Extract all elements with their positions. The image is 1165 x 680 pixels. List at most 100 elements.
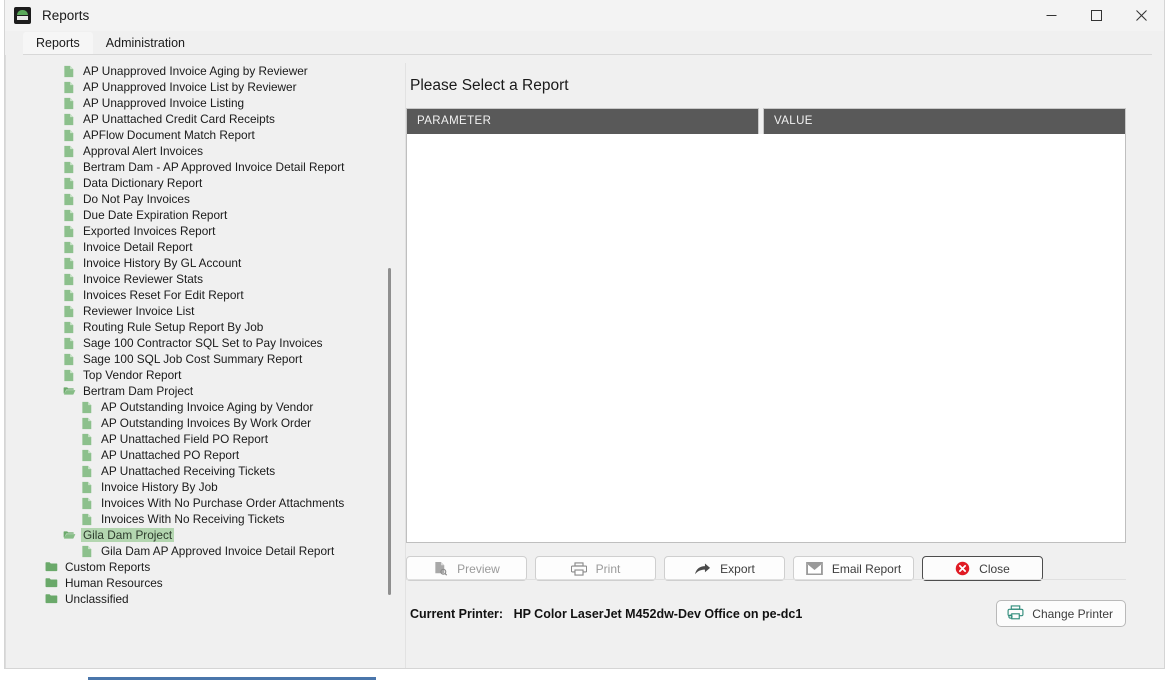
tree-node[interactable]: Invoices Reset For Edit Report	[5, 287, 393, 303]
tree-node-label: Approval Alert Invoices	[83, 144, 203, 158]
report-icon	[63, 81, 76, 94]
tree-node[interactable]: Gila Dam Project	[5, 527, 393, 543]
report-icon	[81, 497, 94, 510]
window-body: AP Unapproved Invoice Aging by Reviewer A…	[5, 55, 1164, 668]
tree-node[interactable]: Approval Alert Invoices	[5, 143, 393, 159]
tree-node[interactable]: Data Dictionary Report	[5, 175, 393, 191]
tree-node[interactable]: Do Not Pay Invoices	[5, 191, 393, 207]
maximize-icon[interactable]	[1074, 0, 1119, 31]
report-icon	[63, 321, 76, 334]
report-icon	[81, 465, 94, 478]
report-icon	[63, 113, 76, 126]
title-bar: Reports	[5, 0, 1164, 31]
tree-node[interactable]: Human Resources	[5, 575, 393, 591]
tree-node-label: Custom Reports	[65, 560, 151, 574]
tree-node[interactable]: AP Outstanding Invoices By Work Order	[5, 415, 393, 431]
tree-node[interactable]: AP Unapproved Invoice List by Reviewer	[5, 79, 393, 95]
report-icon	[81, 449, 94, 462]
folder-closed-icon	[45, 593, 58, 606]
tree-node[interactable]: Invoices With No Purchase Order Attachme…	[5, 495, 393, 511]
tree-node-label: Bertram Dam - AP Approved Invoice Detail…	[83, 160, 345, 174]
tree-node-label: Reviewer Invoice List	[83, 304, 195, 318]
change-printer-button[interactable]: Change Printer	[996, 600, 1126, 627]
print-button[interactable]: Print	[535, 556, 656, 581]
button-label: Preview	[457, 561, 500, 576]
tree-node[interactable]: AP Unattached Receiving Tickets	[5, 463, 393, 479]
printer-icon	[570, 561, 587, 576]
tree-node[interactable]: Bertram Dam - AP Approved Invoice Detail…	[5, 159, 393, 175]
tree-node[interactable]: Gila Dam AP Approved Invoice Detail Repo…	[5, 543, 393, 559]
report-icon	[63, 161, 76, 174]
tree-node-label: Invoice Detail Report	[83, 240, 193, 254]
tree-left-divider	[5, 55, 6, 668]
tab-administration[interactable]: Administration	[93, 32, 198, 55]
tree-node[interactable]: AP Unattached Credit Card Receipts	[5, 111, 393, 127]
report-icon	[81, 417, 94, 430]
tree-node[interactable]: APFlow Document Match Report	[5, 127, 393, 143]
tree-node-label: AP Outstanding Invoices By Work Order	[101, 416, 312, 430]
printer-settings-icon	[1007, 604, 1024, 623]
tree-node[interactable]: AP Unapproved Invoice Aging by Reviewer	[5, 63, 393, 79]
footer-divider	[406, 579, 1126, 580]
tree-node[interactable]: Due Date Expiration Report	[5, 207, 393, 223]
column-header-value[interactable]: VALUE	[763, 108, 1126, 134]
window-title: Reports	[42, 8, 90, 23]
tree-node[interactable]: Exported Invoices Report	[5, 223, 393, 239]
report-tree-pane[interactable]: AP Unapproved Invoice Aging by Reviewer A…	[5, 55, 393, 668]
tree-node-label: Invoice History By Job	[101, 480, 218, 494]
tree-node[interactable]: Custom Reports	[5, 559, 393, 575]
tree-node-label: Data Dictionary Report	[83, 176, 203, 190]
tree-node[interactable]: AP Outstanding Invoice Aging by Vendor	[5, 399, 393, 415]
tree-node[interactable]: Invoice History By GL Account	[5, 255, 393, 271]
close-circle-icon	[955, 561, 970, 576]
button-label: Export	[720, 561, 755, 576]
tree-node-label: AP Unattached Receiving Tickets	[101, 464, 276, 478]
tree-node[interactable]: Invoice History By Job	[5, 479, 393, 495]
button-label: Print	[595, 561, 621, 576]
tree-scrollbar[interactable]	[388, 268, 391, 595]
parameter-table-body[interactable]	[406, 134, 1126, 543]
report-icon	[63, 129, 76, 142]
minimize-icon[interactable]	[1029, 0, 1074, 31]
report-tree-list[interactable]: AP Unapproved Invoice Aging by Reviewer A…	[5, 63, 393, 607]
close-button[interactable]: Close	[922, 556, 1043, 581]
tree-node-label: Invoices With No Purchase Order Attachme…	[101, 496, 345, 510]
report-icon	[63, 225, 76, 238]
tree-node[interactable]: AP Unattached Field PO Report	[5, 431, 393, 447]
app-dome-icon	[14, 7, 31, 24]
report-icon	[63, 97, 76, 110]
preview-button[interactable]: Preview	[406, 556, 527, 581]
tree-node[interactable]: Invoice Reviewer Stats	[5, 271, 393, 287]
close-icon[interactable]	[1119, 0, 1164, 31]
envelope-icon	[805, 562, 823, 575]
page-title: Please Select a Report	[410, 77, 569, 94]
tree-node[interactable]: AP Unapproved Invoice Listing	[5, 95, 393, 111]
tree-node[interactable]: Sage 100 SQL Job Cost Summary Report	[5, 351, 393, 367]
tree-node-label: AP Unattached Credit Card Receipts	[83, 112, 275, 126]
reports-window: Reports Reports Administration AP Unappr…	[4, 0, 1165, 669]
folder-closed-icon	[45, 577, 58, 590]
button-label: Close	[979, 561, 1010, 576]
export-button[interactable]: Export	[664, 556, 785, 581]
tree-node[interactable]: Routing Rule Setup Report By Job	[5, 319, 393, 335]
tree-node-label: Human Resources	[65, 576, 163, 590]
tree-node[interactable]: AP Unattached PO Report	[5, 447, 393, 463]
report-icon	[63, 305, 76, 318]
tree-node[interactable]: Unclassified	[5, 591, 393, 607]
report-icon	[63, 273, 76, 286]
report-icon	[81, 401, 94, 414]
tree-node[interactable]: Reviewer Invoice List	[5, 303, 393, 319]
tree-node[interactable]: Top Vendor Report	[5, 367, 393, 383]
column-header-parameter[interactable]: PARAMETER	[406, 108, 759, 134]
tree-node-label: AP Unattached Field PO Report	[101, 432, 268, 446]
tree-node[interactable]: Bertram Dam Project	[5, 383, 393, 399]
report-icon	[63, 177, 76, 190]
tree-node[interactable]: Invoices With No Receiving Tickets	[5, 511, 393, 527]
tree-node[interactable]: Invoice Detail Report	[5, 239, 393, 255]
email-report-button[interactable]: Email Report	[793, 556, 914, 581]
current-printer: Current Printer: HP Color LaserJet M452d…	[410, 607, 802, 621]
tab-reports[interactable]: Reports	[23, 32, 93, 55]
tree-node[interactable]: Sage 100 Contractor SQL Set to Pay Invoi…	[5, 335, 393, 351]
folder-open-icon	[63, 385, 76, 398]
tree-node-label: Gila Dam AP Approved Invoice Detail Repo…	[101, 544, 335, 558]
